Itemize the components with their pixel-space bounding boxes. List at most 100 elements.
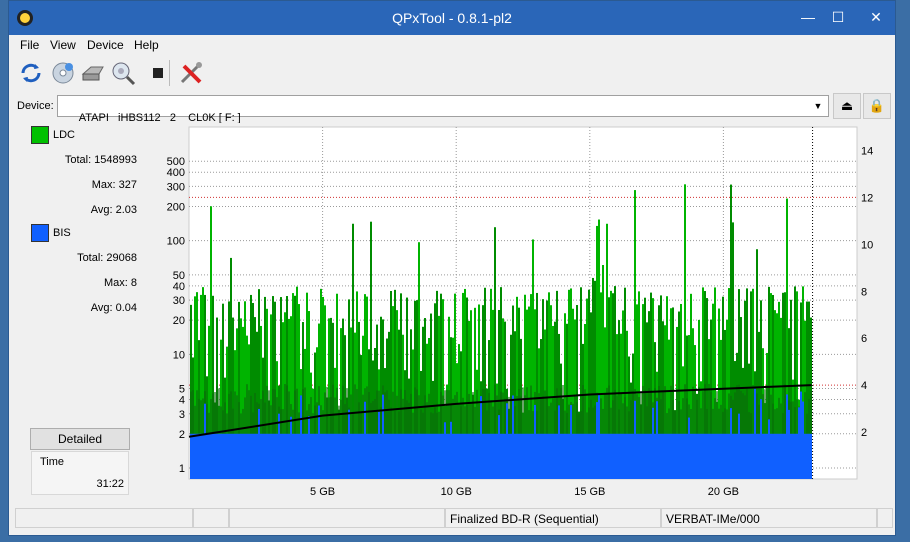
bis-bar xyxy=(418,433,420,479)
bis-bar xyxy=(766,433,768,479)
stats-panel: LDC Total: 1548993 Max: 327 Avg: 2.03 BI… xyxy=(17,123,137,501)
bis-bar xyxy=(642,433,644,479)
bis-bar xyxy=(258,408,260,479)
bis-bar xyxy=(634,400,636,479)
bis-bar xyxy=(420,433,422,479)
bis-bar xyxy=(732,433,734,479)
bis-bar xyxy=(264,433,266,479)
bis-bar xyxy=(454,433,456,479)
eject-button[interactable]: ⏏ xyxy=(833,93,861,119)
bis-bar xyxy=(760,399,762,479)
bis-bar xyxy=(506,403,508,479)
bis-bar xyxy=(694,433,696,479)
bis-bar xyxy=(422,433,424,479)
bis-bar xyxy=(470,433,472,479)
eject-icon: ⏏ xyxy=(840,98,854,113)
close-button[interactable]: ✕ xyxy=(861,7,891,29)
bis-bar xyxy=(638,433,640,479)
bis-bar xyxy=(702,433,704,479)
bis-bar xyxy=(442,433,444,479)
y-left-tick-label: 100 xyxy=(167,236,185,248)
bis-bar xyxy=(644,433,646,479)
bis-bar xyxy=(772,433,774,479)
bis-bar xyxy=(458,433,460,479)
bis-bar xyxy=(786,394,788,479)
bis-bar xyxy=(290,416,292,479)
bis-bar xyxy=(202,433,204,479)
bis-bar xyxy=(384,433,386,479)
detailed-button[interactable]: Detailed xyxy=(30,428,130,450)
bis-bar xyxy=(808,433,810,479)
bis-bar xyxy=(674,433,676,479)
bis-bar xyxy=(326,433,328,479)
bis-bar xyxy=(690,433,692,479)
x-tick-label: 20 GB xyxy=(708,486,739,498)
bis-bar xyxy=(710,433,712,479)
bis-bar xyxy=(682,433,684,479)
refresh-icon[interactable] xyxy=(17,59,45,87)
menu-view[interactable]: View xyxy=(50,38,76,52)
bis-bar xyxy=(226,433,228,479)
bis-total: Total: 29068 xyxy=(77,252,137,264)
disc-info-icon[interactable] xyxy=(49,59,77,87)
bis-bar xyxy=(372,433,374,479)
bis-bar xyxy=(668,433,670,479)
lock-button[interactable]: 🔒 xyxy=(863,93,891,119)
ldc-max: Max: 327 xyxy=(91,179,137,191)
menu-file[interactable]: File xyxy=(20,38,39,52)
scan-icon[interactable] xyxy=(109,59,137,87)
lock-icon: 🔒 xyxy=(868,98,886,113)
bis-bar xyxy=(514,433,516,479)
bis-bar xyxy=(778,433,780,479)
minimize-button[interactable]: — xyxy=(793,7,823,29)
bis-bar xyxy=(572,433,574,479)
bis-max: Max: 8 xyxy=(103,277,137,289)
bis-bar xyxy=(564,433,566,479)
bis-bar xyxy=(292,433,294,479)
bis-bar xyxy=(708,433,710,479)
stop-icon[interactable] xyxy=(144,59,172,87)
bis-bar xyxy=(238,433,240,479)
bis-bar xyxy=(362,433,364,479)
bis-bar xyxy=(394,433,396,479)
bis-bar xyxy=(744,433,746,479)
bis-bar xyxy=(476,433,478,479)
bis-bar xyxy=(198,433,200,479)
chevron-down-icon[interactable]: ▼ xyxy=(810,98,826,114)
bis-bar xyxy=(544,433,546,479)
title-bar[interactable]: QPxTool - 0.8.1-pl2 — ☐ ✕ xyxy=(9,1,895,35)
bis-bar xyxy=(794,433,796,479)
device-select[interactable]: ATAPI iHBS112 2 CL0K [ F: ] ▼ xyxy=(57,95,829,124)
bis-bar xyxy=(358,433,360,479)
settings-tools-icon[interactable] xyxy=(177,59,205,87)
bis-bar xyxy=(266,433,268,479)
bis-bar xyxy=(212,433,214,479)
bis-bar xyxy=(650,433,652,479)
bis-bar xyxy=(230,433,232,479)
x-tick-label: 15 GB xyxy=(574,486,605,498)
y-left-tick-label: 40 xyxy=(173,281,185,293)
bis-bar xyxy=(494,433,496,479)
y-left-tick-label: 1 xyxy=(179,463,185,475)
bis-bar xyxy=(508,433,510,479)
bis-bar xyxy=(340,433,342,479)
bis-bar xyxy=(482,433,484,479)
bis-bar xyxy=(360,433,362,479)
bis-bar xyxy=(234,433,236,479)
menu-device[interactable]: Device xyxy=(87,38,124,52)
bis-bar xyxy=(406,433,408,479)
bis-bar xyxy=(580,433,582,479)
bis-bar xyxy=(316,433,318,479)
bis-bar xyxy=(620,433,622,479)
maximize-button[interactable]: ☐ xyxy=(823,7,853,29)
bis-bar xyxy=(480,396,482,479)
y-right-tick-label: 6 xyxy=(861,333,867,345)
bis-bar xyxy=(748,433,750,479)
bis-bar xyxy=(302,433,304,479)
bis-bar xyxy=(574,433,576,479)
menu-help[interactable]: Help xyxy=(134,38,159,52)
bis-bar xyxy=(232,433,234,479)
bis-bar xyxy=(386,433,388,479)
drive-icon[interactable] xyxy=(79,59,107,87)
time-box: Time 31:22 xyxy=(31,451,129,495)
